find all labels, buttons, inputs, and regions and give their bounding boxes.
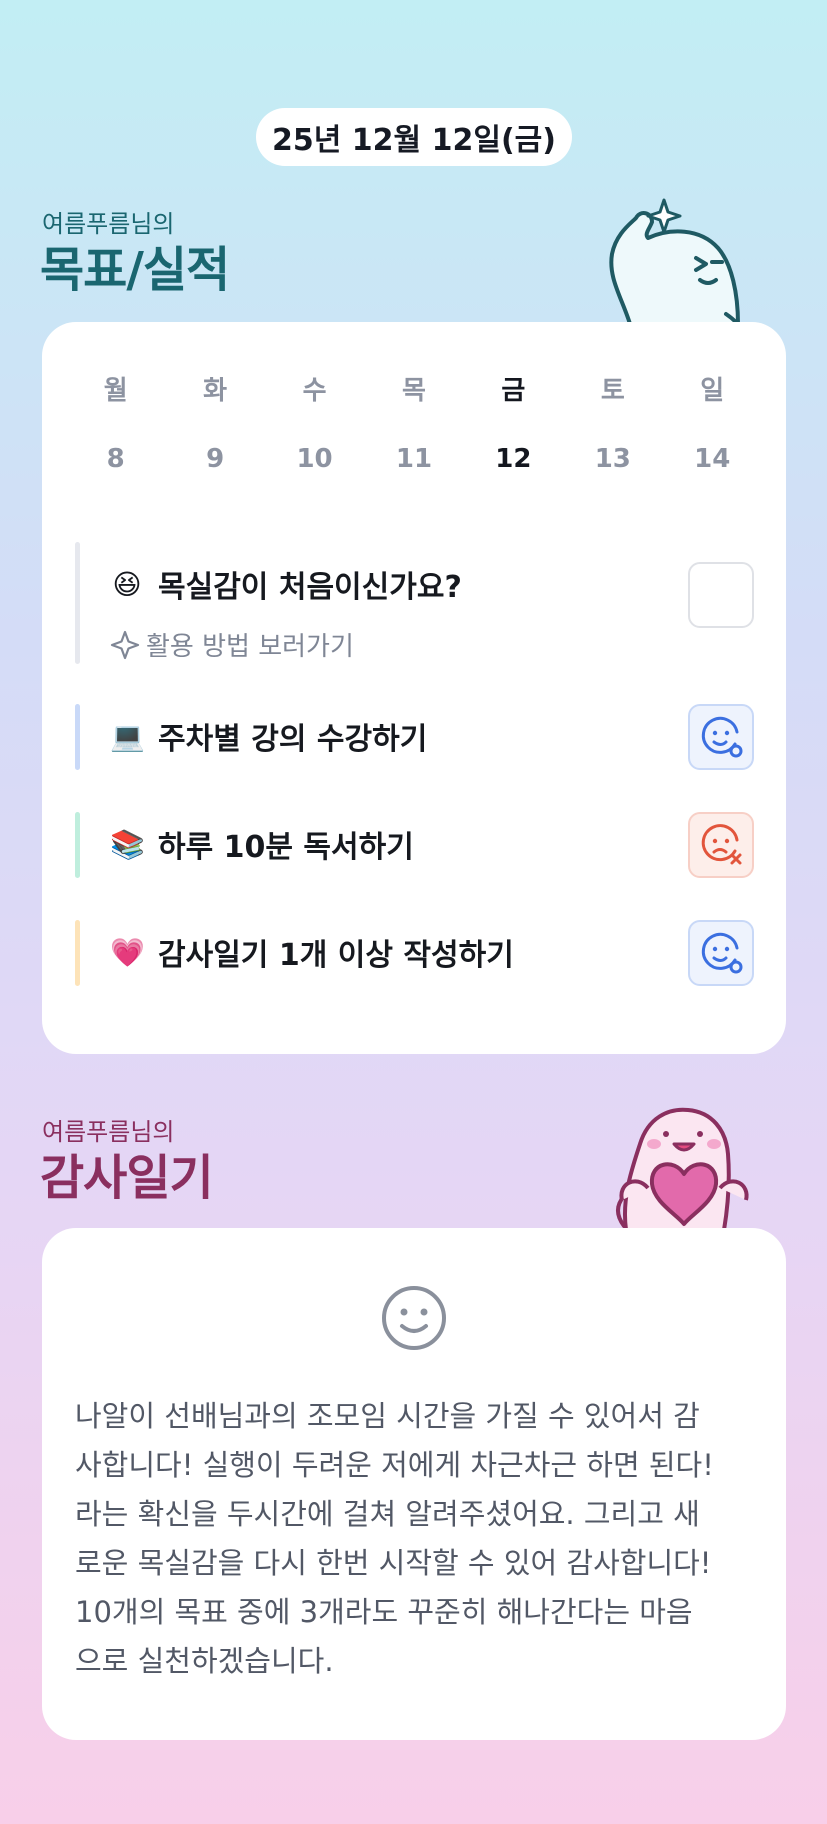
grinning-face-icon: 😆: [112, 567, 142, 601]
weekday-wed[interactable]: 수: [275, 370, 355, 407]
date-12-selected[interactable]: 12: [473, 444, 553, 474]
diary-title: 감사일기: [40, 1150, 214, 1206]
goal-title: 주차별 강의 수강하기: [158, 722, 428, 757]
weekday-fri-selected[interactable]: 금: [473, 370, 553, 407]
date-11[interactable]: 11: [374, 444, 454, 474]
weekday-sat[interactable]: 토: [573, 370, 653, 407]
how-to-use-link[interactable]: 활용 방법 보러가기: [110, 626, 354, 663]
smile-done-icon: [701, 716, 743, 758]
sparkle-icon: [110, 630, 140, 659]
date-9[interactable]: 9: [175, 444, 255, 474]
status-done-button[interactable]: [688, 920, 754, 986]
goal-title-row: 😆 목실감이 처음이신가요?: [110, 562, 462, 606]
goal-item-reading[interactable]: 📚 하루 10분 독서하기: [75, 812, 754, 878]
goals-title: 목표/실적: [40, 242, 230, 298]
goal-color-bar: [75, 920, 80, 986]
goal-title: 하루 10분 독서하기: [158, 830, 414, 865]
books-icon: 📚: [110, 827, 145, 861]
status-done-button[interactable]: [688, 704, 754, 770]
date-pill[interactable]: 25년 12월 12일(금): [256, 108, 572, 166]
goal-title-row: 📚 하루 10분 독서하기: [110, 822, 414, 866]
laptop-icon: 💻: [110, 719, 145, 753]
heart-icon: 💗: [110, 935, 145, 969]
goal-title-row: 💗 감사일기 1개 이상 작성하기: [110, 930, 514, 974]
goal-item-intro[interactable]: 😆 목실감이 처음이신가요? 활용 방법 보러가기: [75, 542, 754, 664]
goal-title: 감사일기 1개 이상 작성하기: [158, 938, 514, 973]
diary-line: 10개의 목표 중에 3개라도 꾸준히 해나간다는 마음: [75, 1595, 693, 1629]
diary-text: 나알이 선배님과의 조모임 시간을 가질 수 있어서 감 사합니다! 실행이 두…: [75, 1392, 752, 1686]
sad-failed-icon: [701, 824, 742, 865]
smile-done-icon: [701, 932, 743, 974]
goal-title-row: 💻 주차별 강의 수강하기: [110, 714, 427, 758]
mascot-character-icon: [609, 198, 740, 324]
goal-color-bar: [75, 542, 80, 664]
smile-face-icon: [382, 1286, 446, 1350]
goal-title: 목실감이 처음이신가요?: [158, 570, 462, 605]
weekday-tue[interactable]: 화: [175, 370, 255, 407]
goal-color-bar: [75, 704, 80, 770]
date-13[interactable]: 13: [573, 444, 653, 474]
date-10[interactable]: 10: [275, 444, 355, 474]
status-checkbox-empty[interactable]: [688, 562, 754, 628]
mascot-heart-character-icon: [616, 1107, 749, 1230]
weekday-thu[interactable]: 목: [374, 370, 454, 407]
status-failed-button[interactable]: [688, 812, 754, 878]
diary-line: 로운 목실감을 다시 한번 시작할 수 있어 감사합니다!: [75, 1546, 712, 1580]
how-to-use-label: 활용 방법 보러가기: [146, 632, 354, 662]
goal-item-lecture[interactable]: 💻 주차별 강의 수강하기: [75, 704, 754, 770]
goals-card: 월 화 수 목 금 토 일 8 9 10 11 12 13 14 😆 목실감이 …: [42, 322, 786, 1054]
date-row: 8 9 10 11 12 13 14: [42, 444, 786, 474]
goal-color-bar: [75, 812, 80, 878]
date-8[interactable]: 8: [76, 444, 156, 474]
date-14[interactable]: 14: [672, 444, 752, 474]
diary-line: 사합니다! 실행이 두려운 저에게 차근차근 하면 된다!: [75, 1448, 714, 1482]
diary-line: 나알이 선배님과의 조모임 시간을 가질 수 있어서 감: [75, 1399, 700, 1433]
diary-line: 라는 확신을 두시간에 걸쳐 알려주셨어요. 그리고 새: [75, 1497, 700, 1531]
diary-card: 나알이 선배님과의 조모임 시간을 가질 수 있어서 감 사합니다! 실행이 두…: [42, 1228, 786, 1740]
weekday-mon[interactable]: 월: [76, 370, 156, 407]
goal-item-gratitude[interactable]: 💗 감사일기 1개 이상 작성하기: [75, 920, 754, 986]
weekday-row: 월 화 수 목 금 토 일: [42, 370, 786, 407]
diary-line: 으로 실천하겠습니다.: [75, 1644, 334, 1678]
weekday-sun[interactable]: 일: [672, 370, 752, 407]
